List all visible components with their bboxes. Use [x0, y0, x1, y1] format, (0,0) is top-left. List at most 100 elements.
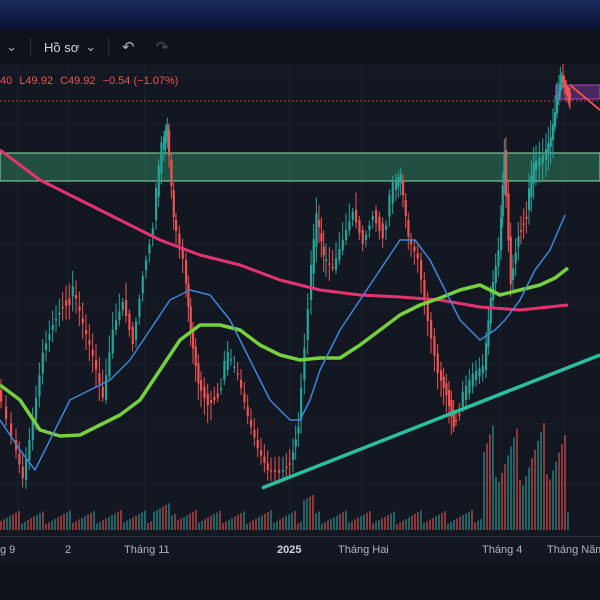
volume-bar: [435, 516, 437, 530]
volume-bar: [102, 520, 104, 530]
candle-body: [91, 350, 94, 356]
volume-bar: [228, 519, 230, 530]
volume-bar: [114, 513, 116, 530]
volume-bar: [258, 517, 260, 530]
candle-body: [525, 216, 528, 219]
candle-body: [145, 260, 148, 270]
candle-body: [85, 330, 88, 335]
volume-bar: [267, 512, 269, 530]
candle-body: [320, 233, 323, 242]
candle-body: [240, 380, 243, 388]
candle-body: [303, 348, 306, 380]
volume-bar: [414, 513, 416, 530]
volume-bar: [456, 518, 458, 530]
candle-body: [111, 329, 114, 354]
price-chart[interactable]: [0, 57, 600, 536]
volume-bar: [234, 516, 236, 530]
candle-body: [397, 177, 400, 187]
volume-bar: [150, 521, 152, 530]
candle-body: [331, 266, 334, 269]
volume-bar: [384, 516, 386, 530]
redo-icon[interactable]: ↷: [156, 37, 169, 57]
volume-bar: [564, 435, 566, 530]
candle-body: [355, 210, 358, 223]
chart-canvas[interactable]: [0, 57, 600, 536]
volume-bar: [378, 520, 380, 530]
volume-bar: [120, 510, 122, 530]
volume-bar: [501, 473, 503, 530]
volume-bar: [141, 512, 143, 530]
candle-body: [522, 223, 525, 225]
volume-bar: [465, 513, 467, 530]
chart-toolbar: ⌄ Hồ sơ ⌄ ↶ ↷: [0, 30, 600, 65]
candle-body: [306, 308, 309, 340]
volume-bar: [18, 510, 20, 530]
candle-body: [517, 236, 520, 247]
candle-body: [115, 320, 118, 330]
candle-body: [250, 420, 253, 427]
candle-body: [18, 453, 21, 465]
volume-bar: [480, 519, 482, 530]
candle-body: [500, 217, 503, 250]
volume-bar: [231, 518, 233, 530]
volume-bar: [531, 458, 533, 530]
candle-body: [101, 386, 104, 398]
volume-bar: [6, 517, 8, 530]
volume-bar: [309, 496, 311, 530]
volume-bar: [78, 519, 80, 530]
candle-body: [121, 301, 124, 310]
volume-bar: [405, 518, 407, 530]
profile-button[interactable]: Hồ sơ ⌄: [44, 37, 96, 57]
x-tick-label: Tháng 4: [482, 544, 523, 556]
x-tick-label: Tháng Hai: [338, 544, 389, 556]
volume-bar: [330, 518, 332, 530]
volume-bar: [417, 512, 419, 530]
ma-mid-line: [0, 266, 570, 438]
candle-body: [468, 379, 471, 394]
time-axis[interactable]: g 9 2 Tháng 11 2025 Tháng Hai Tháng 4 Th…: [0, 536, 600, 563]
chevron-down-icon[interactable]: ⌄: [6, 37, 17, 57]
x-tick-label: Tháng Năm: [547, 544, 600, 556]
volume-bar: [357, 517, 359, 530]
undo-icon[interactable]: ↶: [122, 37, 135, 57]
candle-body: [569, 93, 572, 101]
ohlc-close: C49.92: [60, 75, 96, 87]
volume-bar: [0, 521, 2, 530]
volume-bar: [195, 510, 197, 530]
candle-body: [51, 324, 54, 330]
candle-body: [148, 244, 151, 254]
candle-body: [105, 375, 108, 400]
candle-body: [455, 420, 458, 422]
volume-bar: [189, 513, 191, 530]
candle-body: [312, 239, 315, 274]
candle-body: [230, 359, 233, 361]
volume-bar: [438, 514, 440, 530]
x-tick-label: 2025: [277, 544, 302, 556]
volume-bar: [387, 515, 389, 530]
bottom-panel: [0, 562, 600, 600]
candle-body: [423, 280, 426, 301]
volume-bar: [444, 511, 446, 530]
volume-bar: [219, 510, 221, 530]
volume-bar: [447, 523, 449, 530]
volume-bar: [492, 425, 494, 530]
volume-bar: [132, 517, 134, 530]
volume-bar: [300, 521, 302, 530]
volume-bar: [489, 434, 491, 530]
candle-body: [55, 318, 58, 321]
candle-body: [294, 439, 297, 447]
volume-bar: [75, 521, 77, 530]
volume-bar: [285, 515, 287, 530]
volume-bar: [117, 511, 119, 530]
volume-bar: [84, 516, 86, 530]
volume-bar: [390, 513, 392, 530]
volume-bar: [549, 479, 551, 530]
volume-bar: [432, 517, 434, 530]
candle-body: [256, 440, 259, 449]
candle-body: [541, 155, 544, 164]
volume-bar: [471, 510, 473, 530]
volume-bar: [174, 513, 176, 530]
candle-body: [58, 312, 61, 315]
candle-body: [263, 456, 266, 463]
volume-bar: [213, 514, 215, 530]
